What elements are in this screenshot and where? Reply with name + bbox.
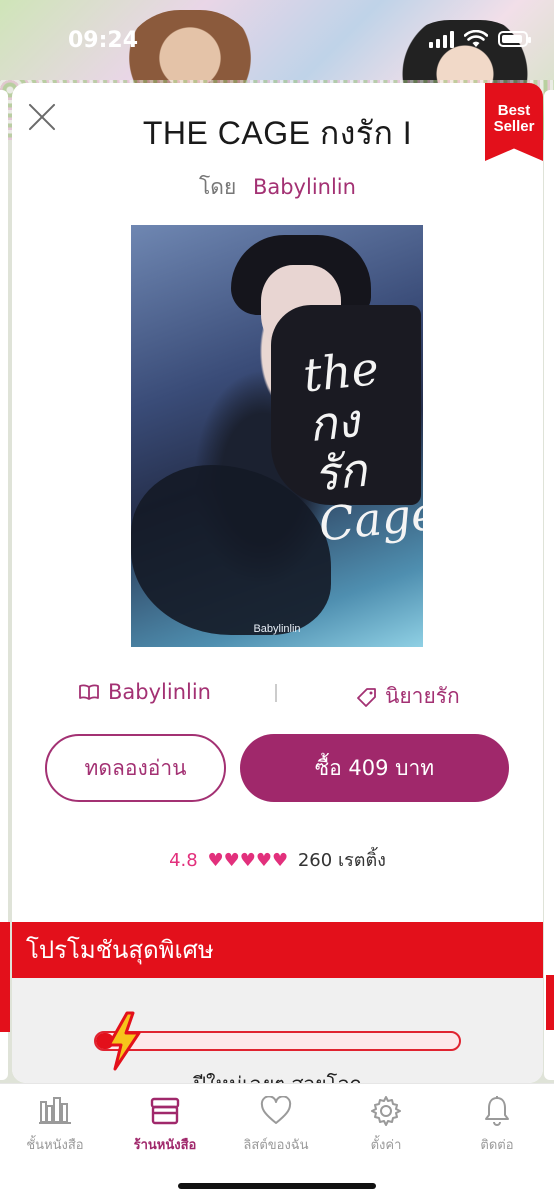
book-detail-card: Best Seller THE CAGE กงรัก I โดย Babylin… bbox=[12, 83, 543, 1083]
lightning-bolt-icon bbox=[107, 1011, 141, 1071]
previous-card-promo-peek bbox=[0, 922, 10, 1032]
rating-count: 260 เรตติ้ง bbox=[297, 850, 386, 871]
open-book-icon bbox=[79, 684, 99, 700]
rating-hearts-icon: ♥♥♥♥♥ bbox=[207, 850, 289, 871]
tab-settings[interactable]: ตั้งค่า bbox=[331, 1094, 441, 1155]
bell-icon bbox=[485, 1096, 509, 1126]
signal-icon bbox=[429, 30, 454, 48]
next-card-promo-peek bbox=[546, 975, 554, 1030]
tab-my-list[interactable]: ลิสต์ของฉัน bbox=[221, 1094, 331, 1155]
battery-icon bbox=[498, 31, 531, 47]
tab-label: ร้านหนังสือ bbox=[133, 1138, 197, 1153]
bookshelf-icon bbox=[39, 1097, 71, 1124]
tab-bookstore[interactable]: ร้านหนังสือ bbox=[110, 1094, 220, 1155]
category-link[interactable]: นิยายรัก bbox=[357, 680, 460, 713]
cover-title-script: the กงรัก Cage bbox=[300, 340, 423, 552]
publisher-label: Babylinlin bbox=[108, 680, 211, 704]
gear-icon bbox=[371, 1096, 401, 1126]
tag-icon bbox=[357, 687, 376, 707]
buy-button[interactable]: ซื้อ 409 บาท bbox=[240, 734, 509, 802]
status-time: 09:24 bbox=[68, 28, 139, 53]
rating-score: 4.8 bbox=[169, 850, 198, 871]
byline: โดย Babylinlin bbox=[12, 171, 543, 204]
author-link[interactable]: Babylinlin bbox=[253, 175, 356, 199]
publisher-link[interactable]: Babylinlin bbox=[78, 680, 211, 704]
rating-row[interactable]: 4.8 ♥♥♥♥♥ 260 เรตติ้ง bbox=[12, 845, 543, 874]
wifi-icon bbox=[464, 30, 488, 47]
tab-label: ลิสต์ของฉัน bbox=[243, 1138, 309, 1153]
status-icons bbox=[429, 30, 531, 48]
by-label: โดย bbox=[199, 175, 237, 199]
store-icon bbox=[150, 1097, 180, 1125]
try-reading-button[interactable]: ทดลองอ่าน bbox=[45, 734, 226, 802]
promo-header: โปรโมชันสุดพิเศษ bbox=[12, 922, 543, 978]
heart-icon bbox=[260, 1096, 292, 1124]
cover-author-text: Babylinlin bbox=[253, 623, 301, 635]
meta-divider bbox=[275, 684, 277, 702]
category-label: นิยายรัก bbox=[385, 684, 460, 708]
book-title: THE CAGE กงรัก I bbox=[142, 115, 413, 151]
tab-contact[interactable]: ติดต่อ bbox=[442, 1094, 552, 1155]
tab-bookshelf[interactable]: ชั้นหนังสือ bbox=[0, 1094, 110, 1155]
book-cover-image[interactable]: the กงรัก Cage Babylinlin bbox=[131, 225, 423, 647]
tab-label: ตั้งค่า bbox=[370, 1138, 402, 1153]
promo-progress-bar bbox=[94, 1031, 461, 1051]
tab-label: ชั้นหนังสือ bbox=[26, 1138, 84, 1153]
home-indicator[interactable] bbox=[178, 1183, 376, 1189]
next-card-peek[interactable] bbox=[544, 90, 554, 1080]
status-bar: 09:24 bbox=[0, 0, 554, 80]
book-meta-row: Babylinlin นิยายรัก bbox=[12, 680, 543, 710]
promo-text: ปีใหม่เฉยๆ สวยโลก bbox=[12, 1068, 543, 1083]
tab-label: ติดต่อ bbox=[480, 1138, 514, 1153]
